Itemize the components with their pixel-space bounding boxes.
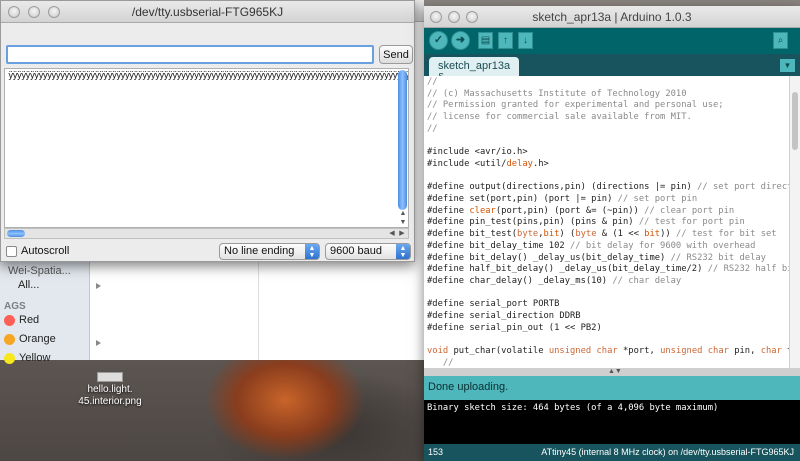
code-line: //: [427, 77, 438, 87]
disclosure-arrow-icon[interactable]: [96, 340, 101, 346]
code-line: #define set(port,pin) (port |= pin) // s…: [427, 194, 698, 205]
ide-toolbar: ✓ ➜ ▤ ↑ ↓ ⌕: [424, 28, 800, 54]
code-line: // (c) Massachusetts Institute of Techno…: [427, 88, 687, 99]
line-number: 153: [428, 447, 444, 457]
baud-rate-select[interactable]: 9600 baud ▲ ▼: [325, 243, 411, 260]
horizontal-scrollbar[interactable]: [7, 230, 25, 237]
select-arrows-icon: ▲ ▼: [305, 244, 319, 259]
tag-red-dot: [4, 315, 15, 326]
select-arrows-icon: ▲ ▼: [396, 244, 410, 259]
verify-icon[interactable]: ✓: [429, 31, 448, 50]
ide-tab-bar: sketch_apr13a § ▼: [424, 54, 800, 84]
code-line: //: [427, 123, 438, 134]
code-line: // license for commercial sale available…: [427, 112, 692, 123]
save-sketch-icon[interactable]: ↓: [518, 32, 533, 49]
console-text: Binary sketch size: 464 bytes (of a 4,09…: [427, 403, 719, 413]
serial-monitor-icon[interactable]: ⌕: [773, 32, 788, 49]
code-line: #define clear(port,pin) (port &= (~pin))…: [427, 205, 735, 216]
horizontal-scrollbar-track[interactable]: ◀ ▶: [4, 228, 409, 239]
console-output: Binary sketch size: 464 bytes (of a 4,09…: [424, 400, 800, 444]
scroll-right-arrow-icon[interactable]: ▶: [397, 229, 407, 238]
ide-title: sketch_apr13a | Arduino 1.0.3: [532, 10, 692, 24]
baud-rate-value: 9600 baud: [330, 245, 382, 257]
upload-icon[interactable]: ➜: [451, 31, 470, 50]
scroll-up-arrow-icon[interactable]: ▲: [398, 209, 408, 218]
code-text: //// (c) Massachusetts Institute of Tech…: [424, 76, 789, 368]
divider-grip-icon: ▲▼: [608, 368, 622, 375]
line-ending-value: No line ending: [224, 245, 295, 257]
serial-monitor-window: /dev/tty.usbserial-FTG965KJ Send ÿÿÿÿÿÿÿ…: [0, 0, 415, 262]
tab-menu-icon[interactable]: ▼: [780, 59, 795, 72]
code-line: #define serial_pin_out (1 << PB2): [427, 322, 602, 333]
open-sketch-icon[interactable]: ↑: [498, 32, 513, 49]
status-message: Done uploading.: [428, 381, 509, 393]
serial-monitor-titlebar: /dev/tty.usbserial-FTG965KJ: [1, 1, 414, 23]
ide-titlebar: sketch_apr13a | Arduino 1.0.3: [424, 6, 800, 28]
desktop-file-label: hello.light. 45.interior.png: [78, 384, 142, 407]
ide-status-bar: 153 ATtiny45 (internal 8 MHz clock) on /…: [424, 444, 800, 461]
editor-vertical-scrollbar[interactable]: [789, 76, 800, 368]
code-line: #define char_delay() _delay_ms(10) // ch…: [427, 275, 682, 286]
tag-yellow-dot: [4, 353, 15, 364]
code-editor[interactable]: //// (c) Massachusetts Institute of Tech…: [424, 76, 789, 368]
code-line: #define output(directions,pin) (directio…: [427, 182, 789, 193]
column-divider: [258, 262, 259, 360]
line-ending-select[interactable]: No line ending ▲ ▼: [219, 243, 320, 260]
code-line: #define bit_delay_time 102 // bit delay …: [427, 240, 756, 251]
image-file-icon: [97, 372, 123, 382]
sidebar-tag-orange[interactable]: Orange: [19, 333, 56, 345]
serial-send-input[interactable]: [6, 45, 374, 64]
code-line: #define half_bit_delay() _delay_us(bit_d…: [427, 264, 789, 275]
code-line: #define serial_port PORTB: [427, 299, 560, 310]
code-line: #define serial_direction DDRB: [427, 311, 581, 322]
disclosure-arrow-icon[interactable]: [96, 283, 101, 289]
tab-sketch[interactable]: sketch_apr13a §: [429, 57, 519, 84]
serial-output-area[interactable]: ÿÿÿÿÿÿÿÿÿÿÿÿÿÿÿÿÿÿÿÿÿÿÿÿÿÿÿÿÿÿÿÿÿÿÿÿÿÿÿÿ…: [4, 68, 409, 228]
new-sketch-icon[interactable]: ▤: [478, 32, 493, 49]
code-line: #include <util/delay.h>: [427, 158, 549, 169]
code-line: #define bit_delay() _delay_us(bit_delay_…: [427, 252, 766, 263]
code-line: // Permission granted for experimental a…: [427, 100, 724, 111]
code-line: #define bit_test(byte,bit) (byte & (1 <<…: [427, 229, 777, 240]
serial-monitor-title: /dev/tty.usbserial-FTG965KJ: [131, 5, 284, 19]
sidebar-item-partial[interactable]: Wei-Spatia...: [8, 265, 71, 277]
status-message-bar: Done uploading.: [424, 376, 800, 400]
code-line: #include <avr/io.h>: [427, 147, 528, 158]
send-button[interactable]: Send: [379, 45, 413, 64]
sidebar-tags-header: AGS: [4, 301, 26, 312]
autoscroll-checkbox[interactable]: [6, 246, 17, 257]
editor-scroll-thumb[interactable]: [792, 92, 798, 150]
arduino-ide-window: sketch_apr13a | Arduino 1.0.3 ✓ ➜ ▤ ↑ ↓ …: [424, 6, 800, 461]
board-info: ATtiny45 (internal 8 MHz clock) on /dev/…: [541, 447, 794, 457]
scroll-left-arrow-icon[interactable]: ◀: [387, 229, 397, 238]
desktop-file-icon[interactable]: hello.light. 45.interior.png: [70, 372, 150, 408]
code-line: #define pin_test(pins,pin) (pins & pin) …: [427, 217, 745, 228]
editor-console-divider[interactable]: ▲▼: [424, 368, 800, 376]
scroll-down-arrow-icon[interactable]: ▼: [398, 218, 408, 227]
tag-orange-dot: [4, 334, 15, 345]
sidebar-tag-red[interactable]: Red: [19, 314, 39, 326]
code-line: //: [427, 357, 454, 368]
autoscroll-label: Autoscroll: [21, 245, 70, 257]
vertical-scrollbar[interactable]: [398, 70, 407, 210]
code-line: void put_char(volatile unsigned char *po…: [427, 346, 789, 357]
sidebar-item-all[interactable]: All...: [18, 279, 39, 291]
serial-output-text: ÿÿÿÿÿÿÿÿÿÿÿÿÿÿÿÿÿÿÿÿÿÿÿÿÿÿÿÿÿÿÿÿÿÿÿÿÿÿÿÿ…: [8, 71, 409, 81]
sidebar-tag-yellow[interactable]: Yellow: [19, 352, 50, 364]
